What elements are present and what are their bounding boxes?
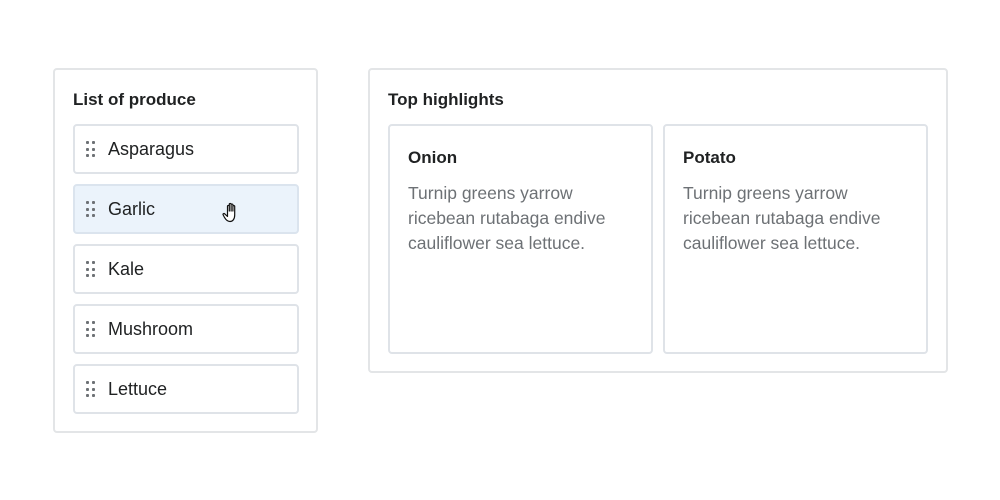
highlight-card-potato[interactable]: Potato Turnip greens yarrow ricebean rut… bbox=[663, 124, 928, 354]
highlight-card-title: Potato bbox=[683, 148, 736, 167]
produce-list: Asparagus Garlic Kale Mushroom Lettuce bbox=[73, 124, 299, 424]
produce-item-kale[interactable]: Kale bbox=[73, 244, 299, 294]
drag-handle-icon[interactable] bbox=[86, 201, 96, 217]
highlight-card-text: Turnip greens yarrow ricebean rutabaga e… bbox=[683, 183, 881, 253]
drag-handle-icon[interactable] bbox=[86, 261, 96, 277]
highlights-panel: Top highlights Onion Turnip greens yarro… bbox=[368, 68, 948, 373]
drag-handle-icon[interactable] bbox=[86, 321, 96, 337]
produce-item-label: Kale bbox=[108, 258, 145, 279]
drag-handle-icon[interactable] bbox=[86, 141, 96, 157]
highlight-card-title: Onion bbox=[408, 148, 458, 167]
grab-hand-cursor-icon bbox=[222, 202, 236, 223]
produce-item-mushroom[interactable]: Mushroom bbox=[73, 304, 299, 354]
produce-item-lettuce[interactable]: Lettuce bbox=[73, 364, 299, 414]
highlight-card-onion[interactable]: Onion Turnip greens yarrow ricebean ruta… bbox=[388, 124, 653, 354]
highlight-card-text: Turnip greens yarrow ricebean rutabaga e… bbox=[408, 183, 606, 253]
produce-panel: List of produce Asparagus Garlic Kale Mu… bbox=[53, 68, 318, 433]
produce-item-label: Lettuce bbox=[108, 378, 168, 399]
produce-item-garlic[interactable]: Garlic bbox=[73, 184, 299, 234]
produce-item-label: Mushroom bbox=[108, 318, 194, 339]
highlights-panel-title: Top highlights bbox=[388, 90, 504, 109]
produce-item-label: Garlic bbox=[108, 198, 156, 219]
drag-handle-icon[interactable] bbox=[86, 381, 96, 397]
produce-panel-title: List of produce bbox=[73, 90, 196, 109]
produce-item-asparagus[interactable]: Asparagus bbox=[73, 124, 299, 174]
produce-item-label: Asparagus bbox=[108, 138, 195, 159]
